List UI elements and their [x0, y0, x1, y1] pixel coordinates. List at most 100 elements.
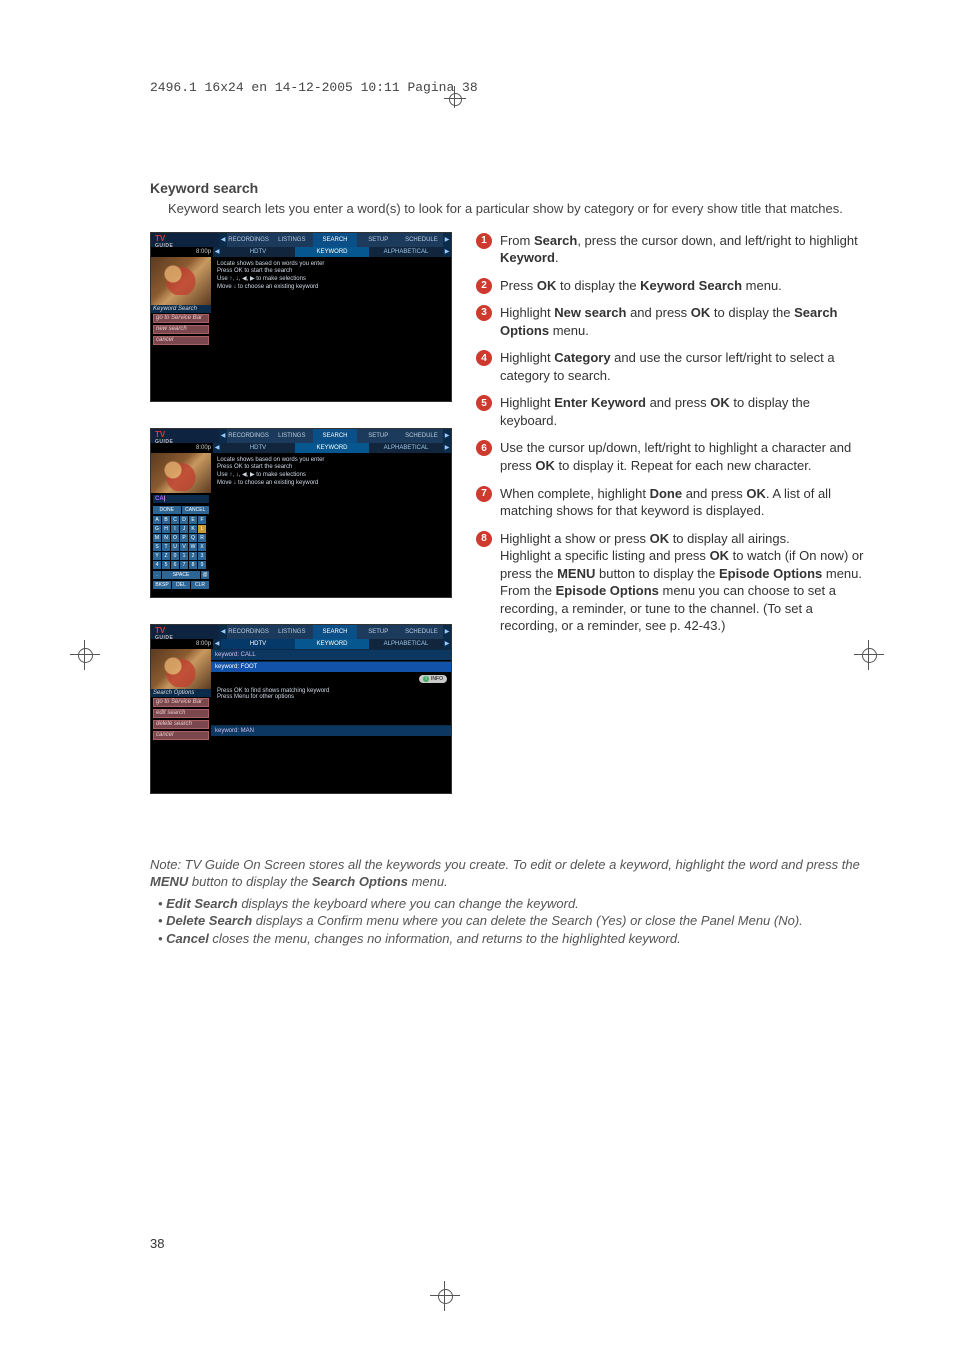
step-text: Highlight Enter Keyword and press OK to …: [500, 394, 864, 429]
kb-key-0[interactable]: 0: [171, 552, 179, 560]
kb-key-h[interactable]: H: [162, 525, 170, 533]
keyword-input[interactable]: CA|: [153, 495, 209, 503]
kb-key-o[interactable]: O: [171, 534, 179, 542]
kb-key-clr[interactable]: CLR: [191, 581, 209, 589]
kb-key-n[interactable]: N: [162, 534, 170, 542]
tab-listings[interactable]: LISTINGS: [270, 625, 313, 639]
subtab-alphabetical[interactable]: ALPHABETICAL: [369, 247, 443, 257]
section-title: Keyword search: [150, 180, 864, 196]
kb-key-f[interactable]: F: [198, 516, 206, 524]
subtab-keyword[interactable]: KEYWORD: [295, 639, 369, 649]
menu-item-go-service-bar[interactable]: go to Service Bar: [153, 314, 209, 323]
subtab-left-icon[interactable]: ◀: [213, 639, 221, 649]
kb-key-k[interactable]: K: [189, 525, 197, 533]
kb-key-done[interactable]: DONE: [153, 506, 181, 514]
menu-item-delete-search[interactable]: delete search: [153, 720, 209, 729]
menu-item-cancel[interactable]: cancel: [153, 336, 209, 345]
subtab-left-icon[interactable]: ◀: [213, 247, 221, 257]
kb-key-6[interactable]: 6: [171, 561, 179, 569]
kb-key-u[interactable]: U: [171, 543, 179, 551]
tab-search[interactable]: SEARCH: [313, 233, 356, 247]
tab-recordings[interactable]: RECORDINGS: [227, 625, 270, 639]
kb-key-a[interactable]: A: [153, 516, 161, 524]
menu-item-edit-search[interactable]: edit search: [153, 709, 209, 718]
tab-scroll-left-icon[interactable]: ◀: [219, 429, 227, 443]
subtab-right-icon[interactable]: ▶: [443, 639, 451, 649]
kb-key-e[interactable]: E: [189, 516, 197, 524]
kb-key-z[interactable]: Z: [162, 552, 170, 560]
kb-key-l[interactable]: L: [198, 525, 206, 533]
tab-listings[interactable]: LISTINGS: [270, 429, 313, 443]
tab-setup[interactable]: SETUP: [357, 625, 400, 639]
tab-scroll-right-icon[interactable]: ▶: [443, 233, 451, 247]
subtab-alphabetical[interactable]: ALPHABETICAL: [369, 443, 443, 453]
subtab-right-icon[interactable]: ▶: [443, 247, 451, 257]
step-number-badge: 7: [476, 486, 492, 502]
step-item: 7When complete, highlight Done and press…: [476, 485, 864, 520]
tab-schedule[interactable]: SCHEDULE: [400, 233, 443, 247]
subtab-hdtv[interactable]: HDTV: [221, 639, 295, 649]
tab-search[interactable]: SEARCH: [313, 625, 356, 639]
kb-key-q[interactable]: Q: [189, 534, 197, 542]
ui-screenshot-keyword-menu: TV GUIDE ◀ RECORDINGS LISTINGS SEARCH SE…: [150, 232, 452, 402]
kb-key-bksp[interactable]: BKSP: [153, 581, 171, 589]
kb-key-s[interactable]: S: [153, 543, 161, 551]
kb-key-r[interactable]: R: [198, 534, 206, 542]
step-item: 6Use the cursor up/down, left/right to h…: [476, 439, 864, 474]
kb-key-5[interactable]: 5: [162, 561, 170, 569]
kb-key-m[interactable]: M: [153, 534, 161, 542]
kb-key-4[interactable]: 4: [153, 561, 161, 569]
menu-item-go-service-bar[interactable]: go to Service Bar: [153, 698, 209, 707]
tab-scroll-right-icon[interactable]: ▶: [443, 429, 451, 443]
tab-recordings[interactable]: RECORDINGS: [227, 233, 270, 247]
kb-key-3[interactable]: 3: [198, 552, 206, 560]
keyword-row[interactable]: keyword: MAN: [211, 725, 451, 736]
tab-setup[interactable]: SETUP: [357, 429, 400, 443]
subtab-hdtv[interactable]: HDTV: [221, 443, 295, 453]
tab-scroll-left-icon[interactable]: ◀: [219, 625, 227, 639]
kb-key-v[interactable]: V: [180, 543, 188, 551]
tab-search[interactable]: SEARCH: [313, 429, 356, 443]
kb-key-w[interactable]: W: [189, 543, 197, 551]
keyword-row[interactable]: keyword: CALL: [211, 649, 451, 660]
kb-key-2[interactable]: 2: [189, 552, 197, 560]
tab-setup[interactable]: SETUP: [357, 233, 400, 247]
tab-schedule[interactable]: SCHEDULE: [400, 429, 443, 443]
kb-key-8[interactable]: 8: [189, 561, 197, 569]
tab-scroll-left-icon[interactable]: ◀: [219, 233, 227, 247]
menu-item-new-search[interactable]: new search: [153, 325, 209, 334]
info-button[interactable]: iINFO: [419, 675, 447, 683]
kb-key-j[interactable]: J: [180, 525, 188, 533]
kb-key-9[interactable]: 9: [198, 561, 206, 569]
kb-key-c[interactable]: C: [171, 516, 179, 524]
tab-schedule[interactable]: SCHEDULE: [400, 625, 443, 639]
tab-recordings[interactable]: RECORDINGS: [227, 429, 270, 443]
subtab-right-icon[interactable]: ▶: [443, 443, 451, 453]
kb-key-del[interactable]: DEL: [172, 581, 190, 589]
subtab-keyword[interactable]: KEYWORD: [295, 247, 369, 257]
left-menu-title: Search Options: [151, 689, 211, 697]
kb-key-d[interactable]: D: [180, 516, 188, 524]
kb-key-x[interactable]: X: [198, 543, 206, 551]
kb-key-p[interactable]: P: [180, 534, 188, 542]
kb-key-7[interactable]: 7: [180, 561, 188, 569]
kb-key-at[interactable]: @: [201, 571, 209, 579]
tab-scroll-right-icon[interactable]: ▶: [443, 625, 451, 639]
kb-key-b[interactable]: B: [162, 516, 170, 524]
kb-key-i[interactable]: I: [171, 525, 179, 533]
menu-item-cancel[interactable]: cancel: [153, 731, 209, 740]
subtab-keyword[interactable]: KEYWORD: [295, 443, 369, 453]
kb-key-t[interactable]: T: [162, 543, 170, 551]
subtab-alphabetical[interactable]: ALPHABETICAL: [369, 639, 443, 649]
keyword-row-selected[interactable]: keyword: FOOT: [211, 661, 451, 672]
tab-listings[interactable]: LISTINGS: [270, 233, 313, 247]
kb-key-g[interactable]: G: [153, 525, 161, 533]
tv-guide-logo: TV GUIDE: [151, 625, 219, 639]
kb-key-y[interactable]: Y: [153, 552, 161, 560]
subtab-left-icon[interactable]: ◀: [213, 443, 221, 453]
kb-key-space[interactable]: SPACE: [162, 571, 200, 579]
kb-key-1[interactable]: 1: [180, 552, 188, 560]
subtab-hdtv[interactable]: HDTV: [221, 247, 295, 257]
kb-key-period[interactable]: .: [153, 571, 161, 579]
kb-key-cancel[interactable]: CANCEL: [182, 506, 210, 514]
